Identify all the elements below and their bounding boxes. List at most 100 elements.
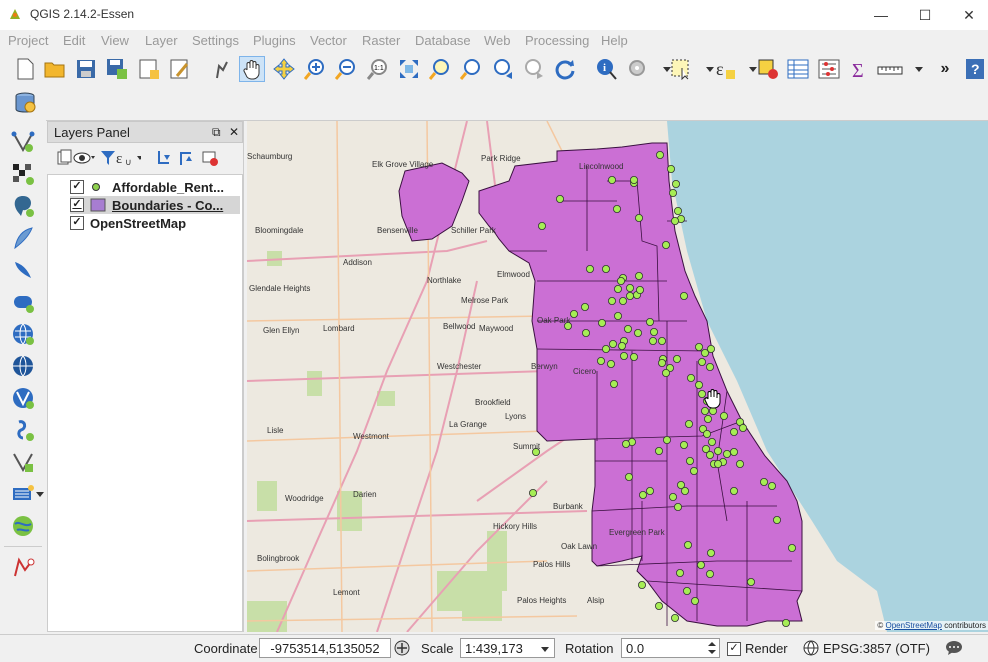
add-virtual-layer-icon[interactable] [9,448,37,476]
minimize-button[interactable]: — [858,0,904,30]
add-spatialite-layer-icon[interactable] [9,224,37,252]
zoom-to-layer-icon[interactable] [458,56,484,82]
svg-text:i: i [603,62,606,74]
run-feature-action-icon[interactable] [625,56,651,82]
menu-vector[interactable]: Vector [310,33,347,48]
toggle-extents-icon[interactable] [394,640,410,659]
menu-view[interactable]: View [101,33,129,48]
attribute-table-icon[interactable] [785,56,811,82]
db-manager-icon[interactable] [12,90,38,116]
menu-help[interactable]: Help [601,33,628,48]
affordable-rental-point [760,477,769,486]
select-features-icon[interactable] [668,56,694,82]
polygon-symbol-icon [90,198,106,212]
filter-by-expression-icon[interactable]: ε ∪ [115,145,141,171]
scale-value: 1:439,173 [465,641,523,656]
zoom-full-icon[interactable] [396,56,422,82]
layer-visibility-checkbox[interactable]: ✓ [70,198,84,212]
affordable-rental-point [624,472,633,481]
add-raster-layer-icon[interactable] [9,160,37,188]
zoom-actual-size-icon[interactable]: 1:1 [365,56,391,82]
select-by-expression-icon[interactable]: ε [712,56,738,82]
coordinate-field[interactable]: -9753514,5135052 [259,638,391,658]
menu-layer[interactable]: Layer [145,33,178,48]
new-shapefile-layer-icon[interactable] [9,480,37,508]
add-osm-layer-icon[interactable] [9,512,37,540]
rotation-spinbox[interactable]: 0.0 [621,638,720,658]
remove-layer-icon[interactable] [197,145,223,171]
zoom-in-icon[interactable] [302,56,328,82]
scale-combobox[interactable]: 1:439,173 [460,638,555,658]
crs-globe-icon[interactable] [803,640,819,659]
pan-to-selection-icon[interactable] [271,56,297,82]
layer-row-boundaries[interactable]: ✓ Boundaries - Co... [70,196,240,214]
osm-attribution-link[interactable]: OpenStreetMap [885,621,941,630]
dropdown-arrow-icon[interactable] [36,480,44,508]
affordable-rental-point [581,328,590,337]
svg-text:1:1: 1:1 [374,65,384,72]
place-label: Cicero [573,367,597,376]
zoom-to-selection-icon[interactable] [427,56,453,82]
identify-features-icon[interactable]: i [594,56,620,82]
new-print-composer-icon[interactable] [136,56,162,82]
refresh-icon[interactable] [552,56,578,82]
new-project-icon[interactable] [12,56,38,82]
menu-database[interactable]: Database [415,33,471,48]
digitize-icon[interactable] [9,554,37,582]
menu-plugins[interactable]: Plugins [253,33,296,48]
open-project-icon[interactable] [42,56,68,82]
composer-manager-icon[interactable] [167,56,193,82]
maximize-button[interactable]: ☐ [902,0,948,30]
menu-web[interactable]: Web [484,33,511,48]
add-delimited-text-layer-icon[interactable] [9,416,37,444]
float-panel-icon[interactable]: ⧉ [212,125,221,140]
save-as-icon[interactable] [104,56,130,82]
layer-row-affordable-rental[interactable]: ✓ Affordable_Rent... [70,178,240,196]
menu-project[interactable]: Project [8,33,48,48]
crs-status[interactable]: EPSG:3857 (OTF) [823,641,930,656]
zoom-out-icon[interactable] [333,56,359,82]
manage-visibility-icon[interactable] [71,145,97,171]
zoom-last-icon[interactable] [490,56,516,82]
close-window-button[interactable]: ✕ [946,0,988,30]
add-oracle-layer-icon[interactable] [9,288,37,316]
add-wfs-layer-icon[interactable] [9,384,37,412]
zoom-next-icon[interactable] [521,56,547,82]
add-wms-layer-icon[interactable] [9,320,37,348]
collapse-all-icon[interactable] [173,145,199,171]
pan-map-icon[interactable] [239,56,265,82]
messages-icon[interactable] [945,640,963,659]
affordable-rental-point [706,344,715,353]
toolbar-overflow-button[interactable]: » [932,56,958,82]
layer-visibility-checkbox[interactable]: ✓ [70,216,84,230]
affordable-rental-point [657,358,666,367]
measure-line-icon[interactable] [877,56,903,82]
menu-raster[interactable]: Raster [362,33,400,48]
touch-zoom-icon[interactable] [209,56,235,82]
field-calculator-icon[interactable]: Σ [847,56,873,82]
menu-processing[interactable]: Processing [525,33,589,48]
save-project-icon[interactable] [73,56,99,82]
menu-settings[interactable]: Settings [192,33,239,48]
map-svg[interactable]: Schaumburg Elk Grove Village Park Ridge … [247,121,988,632]
statistics-panel-icon[interactable] [816,56,842,82]
affordable-rental-point [635,285,644,294]
layer-row-openstreetmap[interactable]: ✓ OpenStreetMap [70,214,240,232]
affordable-rental-point [729,447,738,456]
map-canvas[interactable]: Schaumburg Elk Grove Village Park Ridge … [247,121,988,632]
layer-visibility-checkbox[interactable]: ✓ [70,180,84,194]
add-vector-layer-icon[interactable] [9,128,37,156]
add-wcs-layer-icon[interactable] [9,352,37,380]
add-postgis-layer-icon[interactable] [9,192,37,220]
affordable-rental-point [662,435,671,444]
affordable-rental-point [633,328,642,337]
dropdown-arrow-icon[interactable] [906,56,932,82]
help-contents-icon[interactable]: ? [962,56,988,82]
affordable-rental-point [654,446,663,455]
close-panel-icon[interactable]: ✕ [229,125,239,139]
menu-edit[interactable]: Edit [63,33,85,48]
affordable-rental-point [705,450,714,459]
render-checkbox[interactable]: ✓ [727,642,741,656]
add-mssql-layer-icon[interactable] [9,256,37,284]
deselect-features-icon[interactable] [755,56,781,82]
